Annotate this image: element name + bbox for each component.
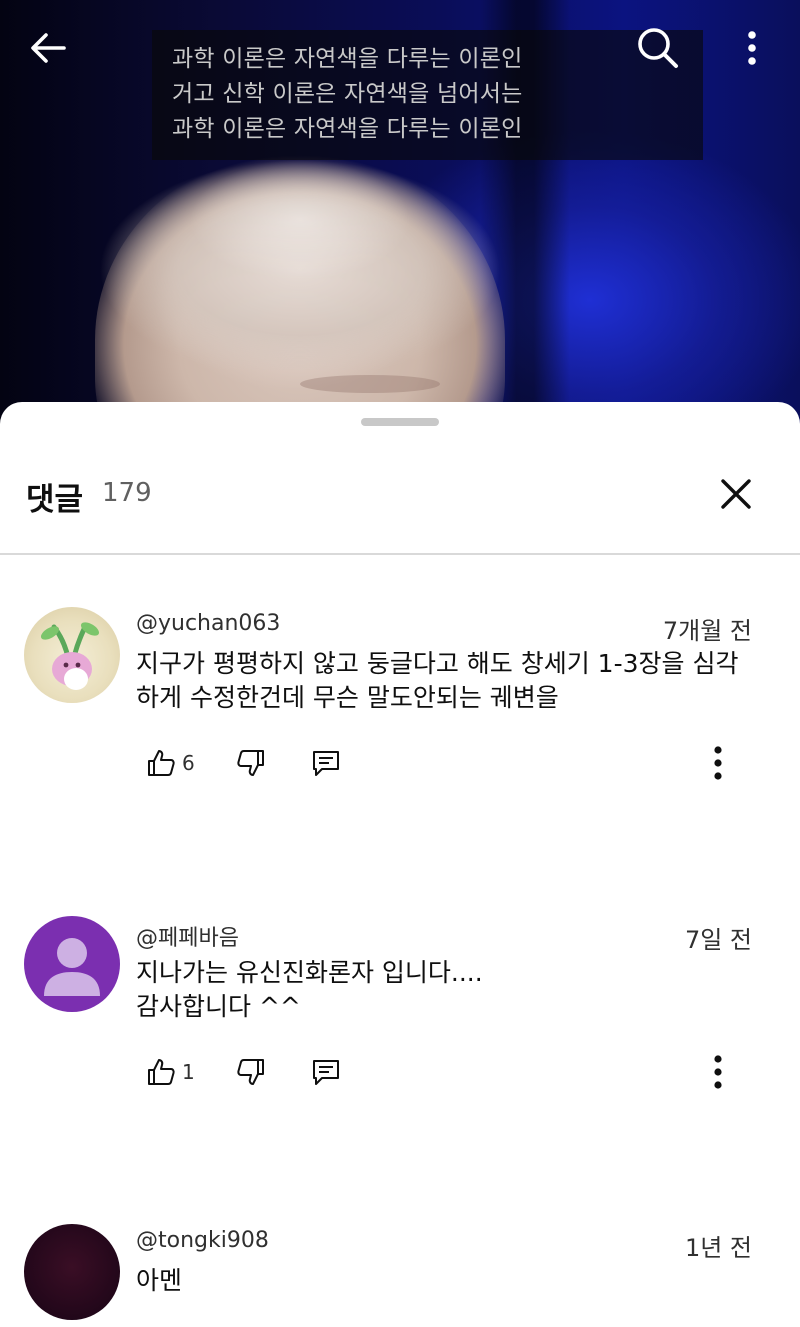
comment-time: 7개월 전 — [662, 617, 752, 645]
caption-line: 거고 신학 이론은 자연색을 넘어서는 — [172, 81, 523, 107]
avatar[interactable] — [24, 1224, 120, 1320]
comments-title: 댓글 — [26, 482, 84, 518]
drag-handle[interactable] — [361, 418, 439, 426]
dislike-button[interactable] — [236, 1046, 266, 1098]
comment-author[interactable]: @tongki908 — [136, 1228, 269, 1253]
reply-button[interactable] — [310, 1046, 342, 1098]
like-count: 1 — [182, 1060, 195, 1084]
comment-text: 지나가는 유신진화론자 입니다.... 감사합니다 ^^ — [136, 958, 483, 1021]
comment-text: 아멘 — [136, 1266, 183, 1295]
more-options-button[interactable] — [730, 20, 774, 76]
default-user-icon — [44, 938, 100, 996]
like-count: 6 — [182, 751, 195, 775]
reply-button[interactable] — [310, 737, 342, 789]
comment-text: 지구가 평평하지 않고 둥글다고 해도 창세기 1-3장을 심각 하게 수정한건… — [136, 649, 739, 712]
avatar[interactable] — [24, 916, 120, 1012]
comments-sheet: 댓글 179 @yuchan063 7개월 전 지구가 평평하지 않고 둥글다고 — [0, 402, 800, 1327]
comment-reply-icon — [313, 1060, 339, 1085]
search-button[interactable] — [628, 20, 688, 76]
thumbs-down-icon — [237, 1059, 264, 1085]
header-divider — [0, 553, 800, 555]
video-frame-brow — [300, 375, 440, 393]
comment-time: 1년 전 — [684, 1234, 752, 1262]
like-button[interactable]: 6 — [146, 737, 195, 789]
like-button[interactable]: 1 — [146, 1046, 195, 1098]
close-button[interactable] — [706, 466, 766, 522]
comment-more-button[interactable] — [696, 1046, 740, 1098]
comment-author[interactable]: @yuchan063 — [136, 611, 280, 636]
comment-reply-icon — [313, 751, 339, 776]
comment-more-button[interactable] — [696, 737, 740, 789]
comment-author[interactable]: @페페바음 — [136, 920, 239, 952]
video-captions: 과학 이론은 자연색을 다루는 이론인 거고 신학 이론은 자연색을 넘어서는 … — [152, 30, 703, 160]
caption-line: 과학 이론은 자연색을 다루는 이론인 — [172, 116, 523, 142]
more-vertical-icon — [714, 1055, 722, 1089]
video-frame-hair — [100, 150, 500, 370]
thumbs-down-icon — [237, 750, 264, 776]
arrow-left-icon — [31, 33, 66, 63]
avatar[interactable] — [24, 607, 120, 703]
comment-actions: 1 — [136, 1046, 776, 1098]
comments-count: 179 — [102, 478, 152, 508]
close-icon — [721, 479, 751, 509]
dislike-button[interactable] — [236, 737, 266, 789]
more-vertical-icon — [714, 746, 722, 780]
more-vertical-icon — [748, 31, 756, 65]
comment-actions: 6 — [136, 737, 776, 789]
avatar-character-icon — [40, 622, 100, 690]
comments-header: 댓글 179 — [0, 462, 800, 522]
comment-time: 7일 전 — [684, 926, 752, 954]
caption-line: 과학 이론은 자연색을 다루는 이론인 — [172, 46, 523, 72]
back-button[interactable] — [20, 22, 76, 74]
video-player[interactable]: 과학 이론은 자연색을 다루는 이론인 거고 신학 이론은 자연색을 넘어서는 … — [0, 0, 800, 440]
thumbs-up-icon — [148, 750, 175, 776]
thumbs-up-icon — [148, 1059, 175, 1085]
search-icon — [638, 28, 678, 68]
